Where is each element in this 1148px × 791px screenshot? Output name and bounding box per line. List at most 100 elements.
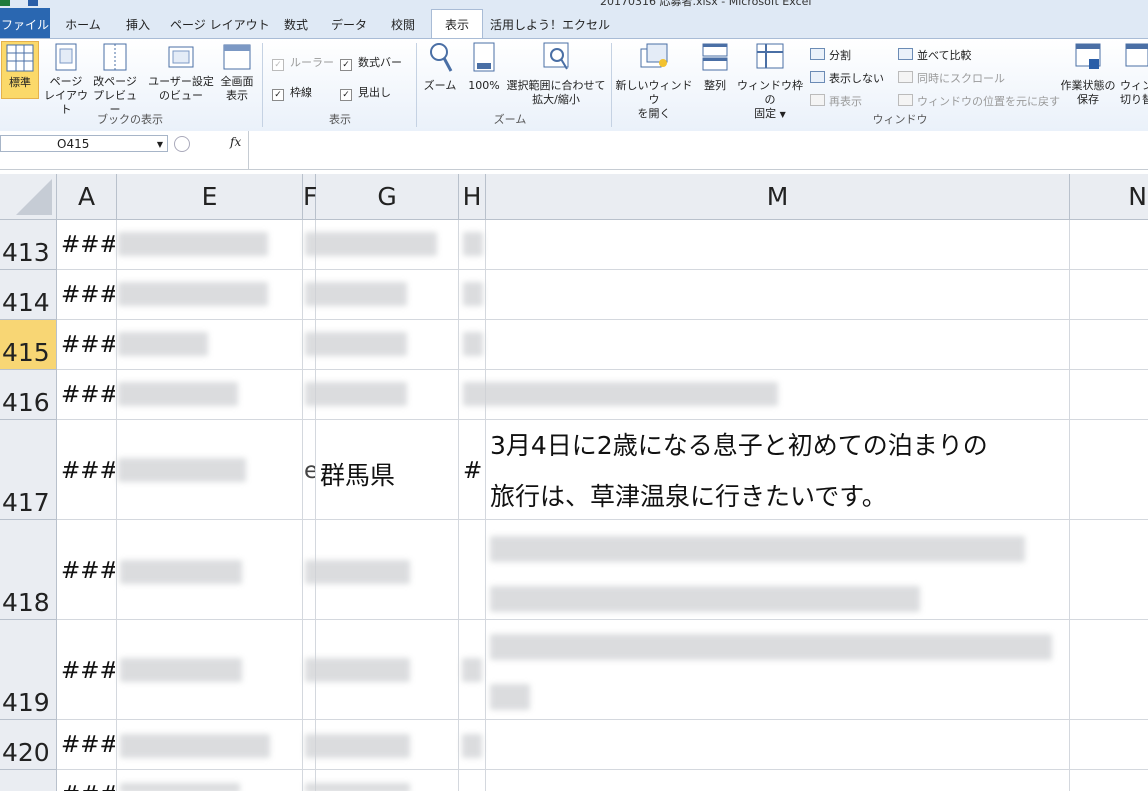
column-header-a[interactable]: A bbox=[57, 174, 117, 220]
zoom-button[interactable]: ズーム bbox=[420, 41, 460, 111]
cell-f417[interactable]: e bbox=[304, 458, 315, 484]
row-header[interactable]: 421 bbox=[0, 770, 57, 791]
formula-bar-divider bbox=[248, 131, 249, 169]
excel-app-icon bbox=[0, 0, 10, 6]
save-workspace-label-1: 作業状態の bbox=[1060, 79, 1116, 92]
row-header[interactable]: 419 bbox=[0, 620, 57, 720]
gridlines-checkbox[interactable]: ✓ 枠線 bbox=[272, 84, 312, 101]
redacted-cell-e419 bbox=[120, 658, 242, 682]
save-workspace-button[interactable]: 作業状態の 保存 bbox=[1056, 41, 1120, 111]
tab-home[interactable]: ホーム bbox=[58, 8, 108, 38]
cell-g417[interactable]: 群馬県 bbox=[320, 456, 395, 492]
name-box[interactable]: O415 ▼ bbox=[0, 135, 168, 152]
row-header[interactable]: 416 bbox=[0, 370, 57, 420]
cell-a420[interactable]: ### bbox=[61, 732, 115, 758]
cell-a417[interactable]: ### bbox=[61, 458, 115, 484]
cell-a421[interactable]: ### bbox=[61, 782, 115, 791]
zoom-to-selection-button[interactable]: 選択範囲に合わせて 拡大/縮小 bbox=[504, 41, 608, 111]
arrange-label: 整列 bbox=[704, 79, 726, 92]
hide-button[interactable]: 表示しない bbox=[810, 70, 884, 86]
tab-view[interactable]: 表示 bbox=[431, 9, 483, 40]
custom-views-label-1: ユーザー設定 bbox=[148, 75, 214, 88]
zoom-selection-label-1: 選択範囲に合わせて bbox=[506, 79, 606, 92]
sync-scroll-button[interactable]: 同時にスクロール bbox=[898, 70, 1005, 86]
cell-h417[interactable]: # bbox=[463, 458, 482, 484]
dropdown-arrow-icon[interactable]: ▼ bbox=[157, 136, 163, 153]
switch-windows-button[interactable]: ウィン 切り替 bbox=[1120, 41, 1148, 111]
column-header-f[interactable]: F bbox=[303, 174, 317, 220]
freeze-panes-icon bbox=[756, 43, 784, 69]
unhide-button[interactable]: 再表示 bbox=[810, 93, 862, 109]
switch-windows-label-1: ウィン bbox=[1120, 79, 1148, 92]
page-layout-label-1: ページ bbox=[49, 75, 83, 88]
page-break-label-1: 改ページ bbox=[93, 75, 137, 88]
ruler-checkbox[interactable]: ✓ ルーラー bbox=[272, 54, 334, 71]
tab-page-layout[interactable]: ページ レイアウト bbox=[170, 8, 270, 38]
custom-views-button[interactable]: ユーザー設定 のビュー bbox=[146, 41, 216, 111]
column-header-h[interactable]: H bbox=[459, 174, 486, 220]
checkmark-icon: ✓ bbox=[272, 59, 284, 71]
page-layout-icon bbox=[55, 43, 77, 71]
normal-view-button[interactable]: 標準 bbox=[1, 41, 39, 99]
row-header[interactable]: 417 bbox=[0, 420, 57, 520]
switch-windows-icon bbox=[1125, 43, 1148, 67]
save-icon[interactable] bbox=[28, 0, 38, 6]
cell-a415[interactable]: ### bbox=[61, 332, 115, 358]
column-header-n[interactable]: N bbox=[1070, 174, 1148, 220]
tab-file[interactable]: ファイル bbox=[0, 8, 50, 38]
redacted-cell-g413 bbox=[305, 232, 437, 256]
zoom-selection-icon bbox=[543, 42, 569, 70]
column-header-m[interactable]: M bbox=[486, 174, 1070, 220]
page-break-preview-button[interactable]: 改ページ プレビュー bbox=[90, 41, 140, 116]
gridline bbox=[302, 220, 303, 791]
row-header[interactable]: 418 bbox=[0, 520, 57, 620]
split-button[interactable]: 分割 bbox=[810, 47, 851, 63]
tab-insert[interactable]: 挿入 bbox=[116, 8, 160, 38]
gridline bbox=[458, 220, 459, 791]
fullscreen-label-1: 全画面 bbox=[220, 75, 254, 88]
formula-bar: O415 ▼ fx bbox=[0, 131, 1148, 170]
tab-addin[interactable]: 活用しよう！エクセル bbox=[490, 8, 610, 38]
insert-function-icon[interactable]: fx bbox=[230, 135, 241, 149]
gridline bbox=[57, 769, 1148, 770]
fullscreen-button[interactable]: 全画面 表示 bbox=[216, 41, 258, 111]
row-header[interactable]: 414 bbox=[0, 270, 57, 320]
page-break-icon bbox=[103, 43, 127, 71]
row-header[interactable]: 413 bbox=[0, 220, 57, 270]
ribbon-view: 標準 ページ レイアウト 改ページ プレビュー ユーザー設定 のビュー 全画面 … bbox=[0, 38, 1148, 132]
custom-views-icon bbox=[168, 46, 194, 68]
save-workspace-label-2: 保存 bbox=[1077, 93, 1099, 106]
cell-a414[interactable]: ### bbox=[61, 282, 115, 308]
headings-checkbox[interactable]: ✓ 見出し bbox=[340, 84, 391, 101]
cell-m417[interactable]: 3月4日に2歳になる息子と初めての泊まりの 旅行は、草津温泉に行きたいです。 bbox=[490, 420, 1070, 522]
tab-review[interactable]: 校閲 bbox=[382, 8, 424, 38]
page-layout-view-button[interactable]: ページ レイアウト bbox=[42, 41, 90, 116]
redacted-cell-e413 bbox=[118, 232, 268, 256]
worksheet-grid[interactable]: A E F G H M N 413 414 415 416 417 418 41… bbox=[0, 174, 1148, 791]
formula-bar-resize-handle[interactable] bbox=[174, 136, 190, 152]
cell-a413[interactable]: ### bbox=[61, 232, 115, 258]
select-all-button[interactable] bbox=[0, 174, 57, 220]
row-header[interactable]: 420 bbox=[0, 720, 57, 770]
arrange-all-button[interactable]: 整列 bbox=[696, 41, 734, 111]
cell-a416[interactable]: ### bbox=[61, 382, 115, 408]
column-header-g[interactable]: G bbox=[316, 174, 459, 220]
side-by-side-button[interactable]: 並べて比較 bbox=[898, 47, 972, 63]
title-bar: 20170316 応募者.xlsx - Microsoft Excel bbox=[0, 0, 1148, 8]
zoom-100-button[interactable]: 100% bbox=[464, 41, 504, 111]
column-header-e[interactable]: E bbox=[117, 174, 303, 220]
tab-formulas[interactable]: 数式 bbox=[276, 8, 316, 38]
row-header-selected[interactable]: 415 bbox=[0, 320, 57, 370]
formula-bar-checkbox[interactable]: ✓ 数式バー bbox=[340, 54, 402, 71]
cell-a419[interactable]: ### bbox=[61, 658, 115, 684]
redacted-cell-g419 bbox=[305, 658, 410, 682]
freeze-panes-button[interactable]: ウィンドウ枠の 固定 ▼ bbox=[736, 41, 804, 120]
tab-data[interactable]: データ bbox=[326, 8, 372, 38]
sync-scroll-label: 同時にスクロール bbox=[917, 72, 1005, 85]
reset-window-position-button[interactable]: ウィンドウの位置を元に戻す bbox=[898, 93, 1060, 109]
cell-a418[interactable]: ### bbox=[61, 558, 115, 584]
formula-input[interactable] bbox=[252, 131, 1142, 169]
hide-icon bbox=[810, 71, 825, 83]
new-window-button[interactable]: 新しいウィンドウ を開く bbox=[614, 41, 694, 120]
gridline bbox=[57, 619, 1148, 620]
